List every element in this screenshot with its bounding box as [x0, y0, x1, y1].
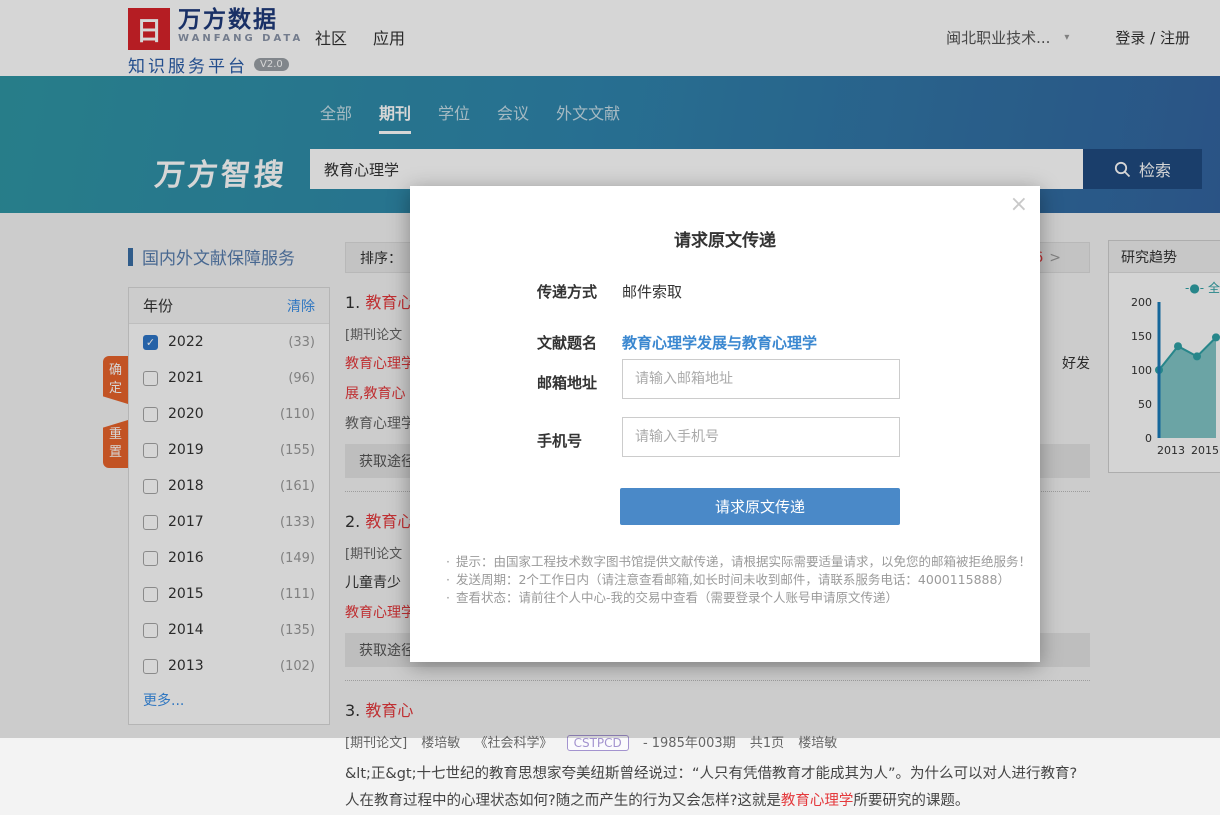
delivery-method-label: 传递方式: [537, 281, 597, 302]
doc-title-link[interactable]: 教育心理学发展与教育心理学: [622, 332, 817, 353]
submit-request-button[interactable]: 请求原文传递: [620, 488, 900, 525]
author-link[interactable]: 楼培敏: [421, 736, 460, 751]
modal-title: 请求原文传递: [410, 226, 1040, 251]
modal-tip: ·提示：由国家工程技术数字图书馆提供文献传递，请根据实际需要适量请求，以免您的邮…: [446, 551, 1016, 570]
doc-title-label: 文献题名: [537, 332, 597, 353]
result-snippet: &lt;正&gt;十七世纪的教育思想家夸美纽斯曾经说过：“人只有凭借教育才能成其…: [345, 761, 1090, 815]
modal-tip: ·发送周期：2个工作日内（请注意查看邮箱,如长时间未收到邮件，请联系服务电话：4…: [446, 569, 1016, 588]
phone-label: 手机号: [537, 430, 582, 451]
doc-type: [期刊论文]: [345, 736, 407, 751]
page-count: 共1页: [750, 736, 784, 751]
issue-info: - 1985年003期: [643, 736, 736, 751]
email-label: 邮箱地址: [537, 372, 597, 393]
author-link[interactable]: 楼培敏: [798, 736, 837, 751]
document-delivery-modal: × 请求原文传递 传递方式 邮件索取 文献题名 教育心理学发展与教育心理学 邮箱…: [410, 186, 1040, 662]
snippet-keyword[interactable]: 教育心理学: [781, 793, 854, 809]
modal-tip: ·查看状态：请前往个人中心-我的交易中查看（需要登录个人账号申请原文传递）: [446, 587, 1016, 606]
close-icon[interactable]: ×: [1010, 192, 1028, 217]
email-field[interactable]: [622, 359, 900, 399]
phone-field[interactable]: [622, 417, 900, 457]
delivery-method-value: 邮件索取: [622, 281, 682, 302]
journal-link[interactable]: 《社会科学》: [474, 736, 552, 751]
